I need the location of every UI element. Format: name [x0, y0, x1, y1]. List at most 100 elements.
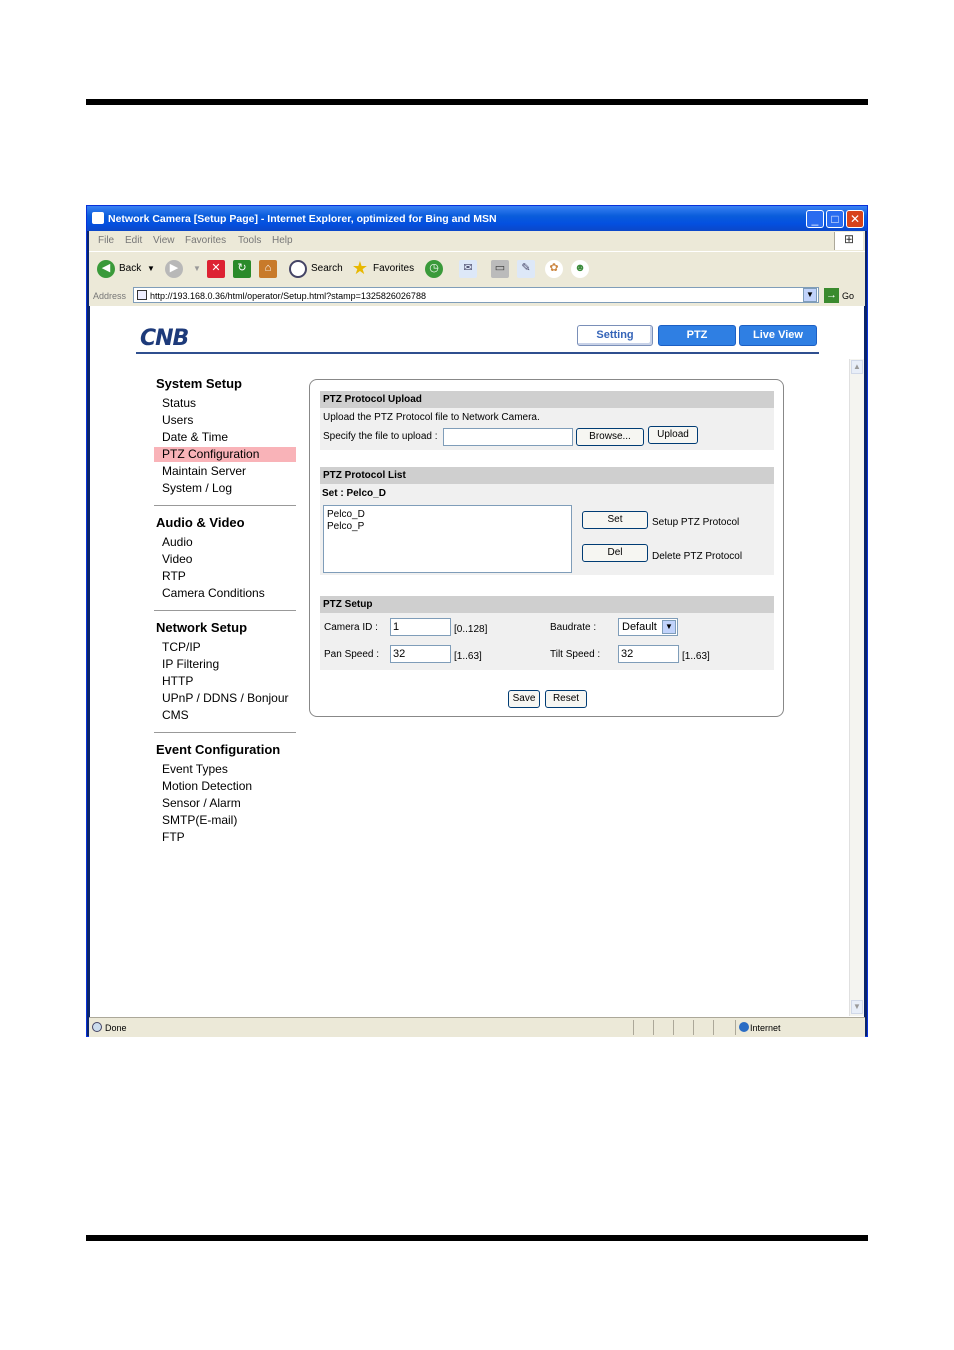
nav-item-http[interactable]: HTTP	[162, 674, 193, 688]
pan-speed-input[interactable]: 32	[390, 645, 451, 663]
nav-item-audio[interactable]: Audio	[162, 535, 193, 549]
browser-window: Network Camera [Setup Page] - Internet E…	[86, 205, 868, 1037]
nav-item-users[interactable]: Users	[162, 413, 193, 427]
baudrate-select[interactable]: Default ▼	[618, 618, 678, 636]
back-button[interactable]: Back	[119, 259, 141, 279]
nav-item-video[interactable]: Video	[162, 552, 192, 566]
status-separator	[653, 1020, 654, 1035]
scroll-down-icon[interactable]: ▼	[851, 1000, 863, 1014]
globe-icon	[739, 1022, 749, 1032]
nav-item-cms[interactable]: CMS	[162, 708, 189, 722]
print-icon[interactable]: ▭	[491, 260, 509, 278]
home-icon[interactable]: ⌂	[259, 260, 277, 278]
forward-dropdown-icon[interactable]: ▼	[193, 259, 201, 279]
tab-live-view[interactable]: Live View	[739, 325, 817, 346]
status-separator	[713, 1020, 714, 1035]
menu-bar: File Edit View Favorites Tools Help ⊞	[89, 231, 865, 251]
specify-file-label: Specify the file to upload :	[323, 431, 438, 442]
title-bar: Network Camera [Setup Page] - Internet E…	[87, 206, 867, 231]
nav-item-event-types[interactable]: Event Types	[162, 762, 228, 776]
section-header-upload: PTZ Protocol Upload	[320, 391, 774, 408]
nav-item-system-log[interactable]: System / Log	[162, 481, 232, 495]
address-field[interactable]: http://193.168.0.36/html/operator/Setup.…	[133, 287, 819, 303]
nav-item-date-time[interactable]: Date & Time	[162, 430, 228, 444]
scroll-up-icon[interactable]: ▲	[851, 360, 863, 374]
address-label: Address	[93, 291, 127, 301]
back-arrow-icon[interactable]: ◀	[97, 260, 115, 278]
cnb-logo: CNB	[140, 326, 189, 351]
menu-favorites[interactable]: Favorites	[185, 235, 226, 246]
nav-item-status[interactable]: Status	[162, 396, 196, 410]
maximize-button[interactable]: □	[826, 210, 844, 228]
status-separator	[735, 1020, 736, 1035]
mail-icon[interactable]: ✉	[459, 260, 477, 278]
ie-icon	[92, 212, 104, 224]
edit-icon[interactable]: ✎	[517, 260, 535, 278]
minimize-button[interactable]: _	[806, 210, 824, 228]
del-description: Delete PTZ Protocol	[652, 551, 743, 562]
nav-divider	[154, 610, 296, 611]
section-header-protocol-list: PTZ Protocol List	[320, 467, 774, 484]
list-item[interactable]: Pelco_P	[327, 521, 364, 532]
vertical-scrollbar[interactable]: ▲ ▼	[849, 359, 864, 1016]
nav-item-ptz-configuration[interactable]: PTZ Configuration	[162, 447, 259, 461]
nav-item-smtp[interactable]: SMTP(E-mail)	[162, 813, 237, 827]
header-divider	[136, 352, 819, 354]
nav-item-motion-detection[interactable]: Motion Detection	[162, 779, 252, 793]
section-body-upload: Upload the PTZ Protocol file to Network …	[320, 408, 774, 450]
list-item[interactable]: Pelco_D	[327, 509, 365, 520]
tab-setting[interactable]: Setting	[577, 325, 653, 346]
windows-flag-icon: ⊞	[834, 232, 863, 250]
tilt-speed-input[interactable]: 32	[618, 645, 679, 663]
nav-heading-event: Event Configuration	[156, 742, 281, 757]
status-separator	[673, 1020, 674, 1035]
address-dropdown-icon[interactable]: ▼	[803, 288, 817, 302]
close-button[interactable]: ✕	[846, 210, 864, 228]
nav-item-tcp-ip[interactable]: TCP/IP	[162, 640, 201, 654]
menu-edit[interactable]: Edit	[125, 235, 142, 246]
nav-item-sensor-alarm[interactable]: Sensor / Alarm	[162, 796, 241, 810]
nav-item-upnp-ddns-bonjour[interactable]: UPnP / DDNS / Bonjour	[162, 691, 289, 705]
tab-ptz[interactable]: PTZ	[658, 325, 736, 346]
chevron-down-icon[interactable]: ▼	[662, 620, 676, 634]
back-dropdown-icon[interactable]: ▼	[147, 259, 155, 279]
favorites-button[interactable]: Favorites	[373, 259, 414, 279]
del-button[interactable]: Del	[582, 544, 648, 562]
set-button[interactable]: Set	[582, 511, 648, 529]
file-input[interactable]	[443, 428, 573, 446]
go-arrow-icon[interactable]: →	[824, 288, 839, 303]
save-button[interactable]: Save	[508, 690, 540, 708]
reset-button[interactable]: Reset	[545, 690, 587, 708]
menu-view[interactable]: View	[153, 235, 175, 246]
menu-help[interactable]: Help	[272, 235, 293, 246]
history-icon[interactable]: ◷	[425, 260, 443, 278]
refresh-icon[interactable]: ↻	[233, 260, 251, 278]
nav-item-rtp[interactable]: RTP	[162, 569, 186, 583]
messenger-icon[interactable]: ☻	[571, 260, 589, 278]
baudrate-label: Baudrate :	[550, 622, 597, 633]
upload-button[interactable]: Upload	[648, 426, 698, 444]
pan-speed-label: Pan Speed :	[324, 649, 380, 660]
section-body-protocol-list: Set : Pelco_D Pelco_D Pelco_P Set Setup …	[320, 484, 774, 575]
stop-icon[interactable]: ✕	[207, 260, 225, 278]
nav-item-ip-filtering[interactable]: IP Filtering	[162, 657, 219, 671]
camera-id-input[interactable]: 1	[390, 618, 451, 636]
protocol-listbox[interactable]: Pelco_D Pelco_P	[323, 505, 572, 573]
menu-file[interactable]: File	[98, 235, 114, 246]
browse-button[interactable]: Browse...	[576, 428, 644, 446]
go-button[interactable]: Go	[842, 291, 854, 301]
search-button[interactable]: Search	[311, 259, 343, 279]
toolbar: ◀ Back ▼ ▶ ▼ ✕ ↻ ⌂ Search ★ Favorites ◷ …	[89, 251, 865, 287]
nav-item-ftp[interactable]: FTP	[162, 830, 185, 844]
search-icon[interactable]	[289, 260, 307, 278]
discuss-icon[interactable]: ✿	[545, 260, 563, 278]
nav-item-maintain-server[interactable]: Maintain Server	[162, 464, 246, 478]
nav-heading-network: Network Setup	[156, 620, 248, 635]
nav-item-camera-conditions[interactable]: Camera Conditions	[162, 586, 265, 600]
menu-tools[interactable]: Tools	[238, 235, 261, 246]
nav-divider	[154, 732, 296, 733]
status-done: Done	[105, 1023, 127, 1033]
forward-arrow-icon[interactable]: ▶	[165, 260, 183, 278]
window-title: Network Camera [Setup Page] - Internet E…	[108, 213, 497, 225]
favorites-star-icon[interactable]: ★	[351, 259, 369, 278]
